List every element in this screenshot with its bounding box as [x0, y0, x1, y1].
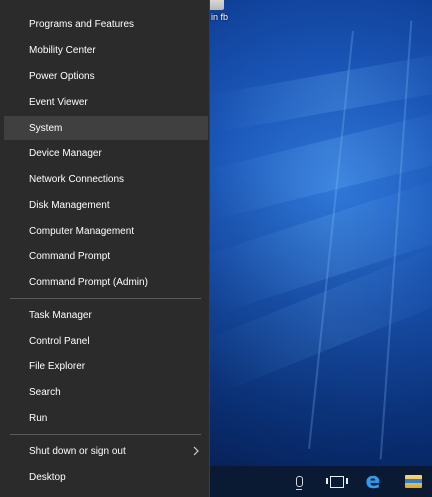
menu-item-control-panel[interactable]: Control Panel	[4, 329, 208, 353]
menu-item-computer-management[interactable]: Computer Management	[4, 219, 208, 243]
menu-item-event-viewer[interactable]: Event Viewer	[4, 90, 208, 114]
menu-item-programs-and-features[interactable]: Programs and Features	[4, 12, 208, 36]
menu-separator	[10, 298, 201, 299]
file-explorer-icon[interactable]	[402, 466, 424, 497]
wallpaper-light-beam	[206, 50, 432, 133]
menu-item-power-options[interactable]: Power Options	[4, 64, 208, 88]
menu-item-label: Shut down or sign out	[29, 445, 126, 457]
menu-item-shut-down-or-sign-out[interactable]: Shut down or sign out	[4, 439, 208, 463]
menu-item-task-manager[interactable]: Task Manager	[4, 303, 208, 327]
edge-icon[interactable]: e	[362, 466, 384, 497]
menu-item-disk-management[interactable]: Disk Management	[4, 193, 208, 217]
winx-quick-link-menu: Programs and Features Mobility Center Po…	[0, 0, 210, 497]
menu-item-search[interactable]: Search	[4, 380, 208, 404]
menu-item-command-prompt[interactable]: Command Prompt	[4, 244, 208, 268]
menu-item-command-prompt-admin[interactable]: Command Prompt (Admin)	[4, 270, 208, 294]
menu-item-device-manager[interactable]: Device Manager	[4, 141, 208, 165]
chevron-right-icon	[191, 446, 200, 456]
task-view-icon[interactable]	[326, 466, 348, 497]
menu-separator	[10, 434, 201, 435]
menu-item-system[interactable]: System	[4, 116, 208, 140]
desktop-screen: in fb e Programs and Features Mobility C…	[0, 0, 432, 497]
menu-item-run[interactable]: Run	[4, 406, 208, 430]
microphone-icon[interactable]	[292, 466, 306, 497]
menu-item-file-explorer[interactable]: File Explorer	[4, 354, 208, 378]
menu-item-mobility-center[interactable]: Mobility Center	[4, 38, 208, 62]
desktop-icon-label[interactable]: in fb	[211, 12, 228, 22]
menu-item-desktop[interactable]: Desktop	[4, 465, 208, 489]
taskbar: e	[210, 466, 432, 497]
menu-item-network-connections[interactable]: Network Connections	[4, 167, 208, 191]
